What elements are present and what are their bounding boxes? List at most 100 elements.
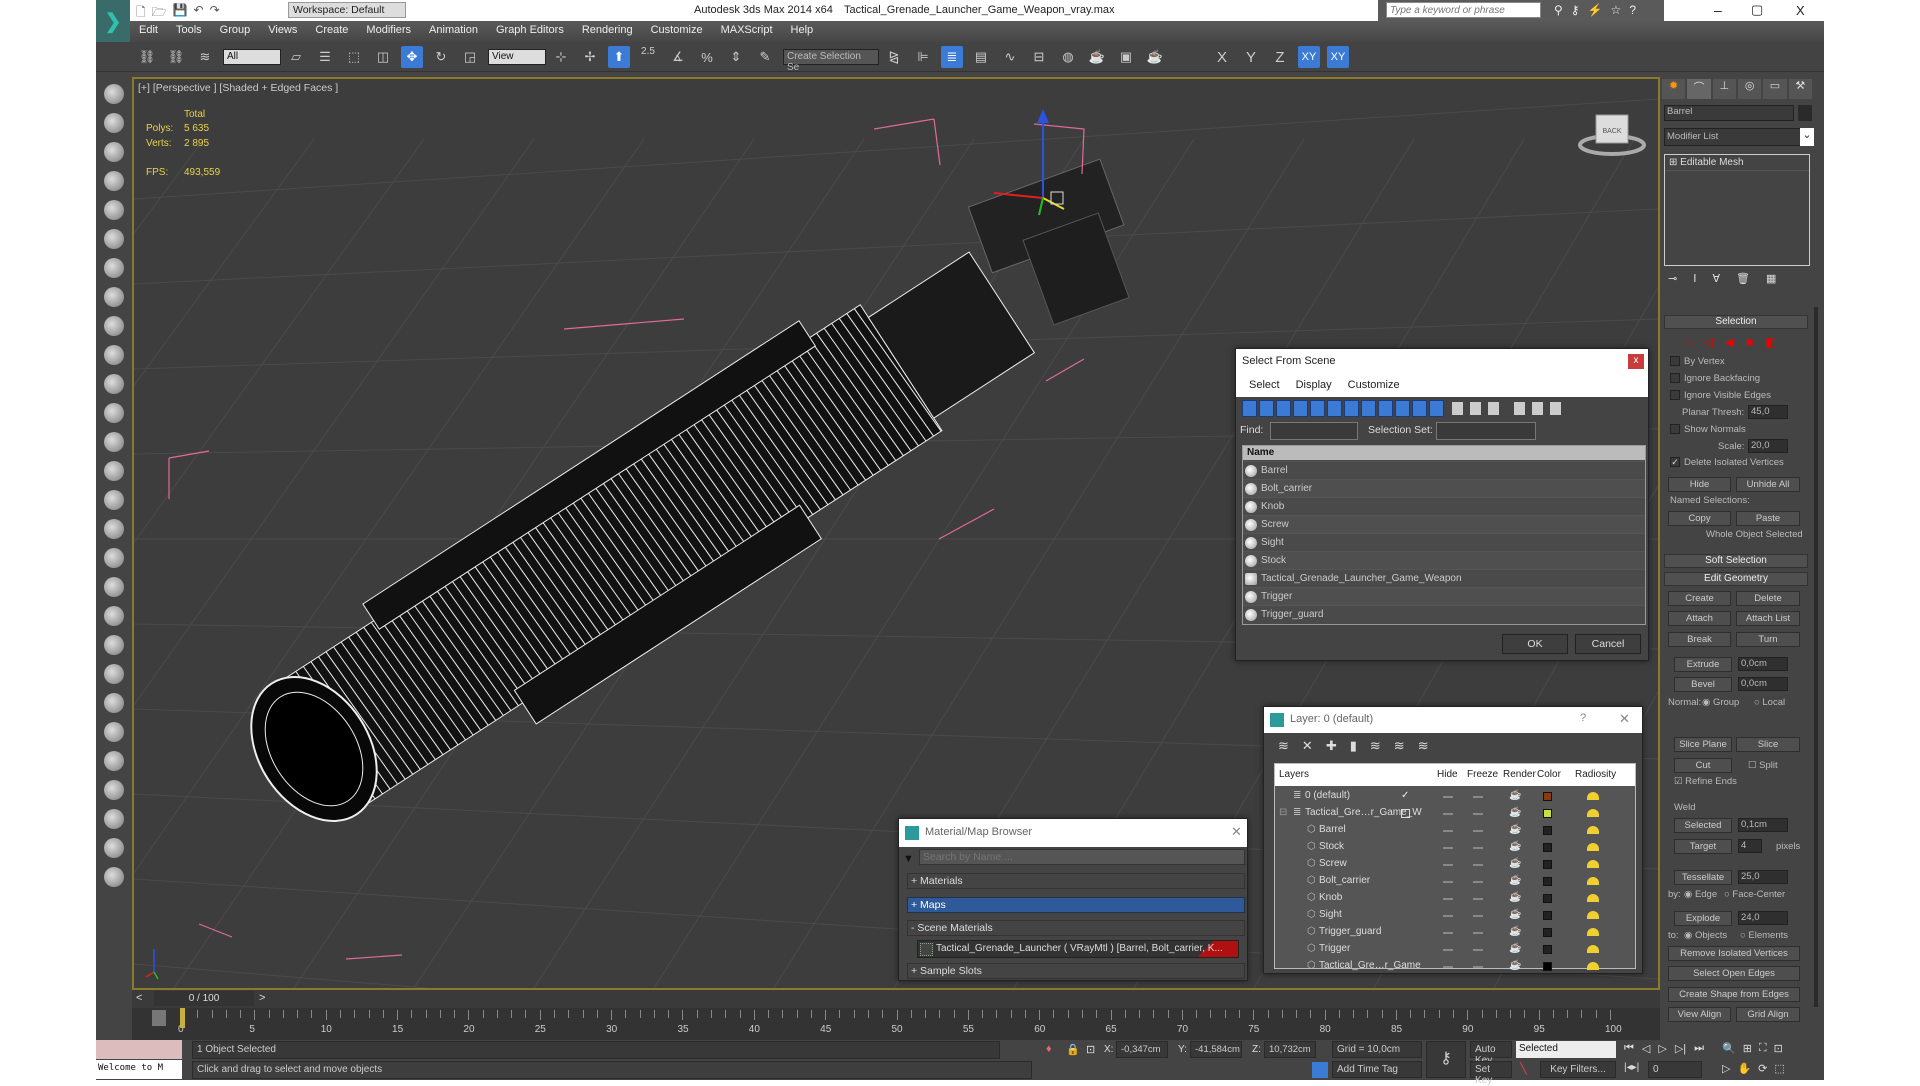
teapot-icon[interactable]	[104, 461, 124, 481]
make-unique-icon[interactable]: ∀	[1712, 272, 1720, 285]
scale-icon[interactable]: ◲	[459, 46, 481, 68]
render-teapot-icon[interactable]: ☕	[1509, 941, 1521, 957]
menu-customize[interactable]: Customize	[1348, 379, 1400, 393]
display-hidden-icon[interactable]	[1429, 400, 1444, 417]
group-sample-slots[interactable]: + Sample Slots	[907, 963, 1245, 979]
layer-manager-icon[interactable]: ≣	[941, 46, 963, 68]
selection-rollout[interactable]: Selection	[1664, 315, 1808, 329]
show-normals-checkbox[interactable]: Show Normals	[1670, 424, 1746, 435]
active-layer-toggle[interactable]	[1401, 809, 1410, 818]
extrude-button[interactable]: Extrude	[1674, 657, 1732, 672]
ok-button[interactable]: OK	[1502, 634, 1568, 654]
menu-display[interactable]: Display	[1296, 379, 1332, 393]
time-slider-thumb[interactable]: 0 / 100	[154, 991, 254, 1006]
radiosity-icon[interactable]	[1587, 826, 1599, 834]
radiosity-icon[interactable]	[1587, 792, 1599, 800]
hide-toggle[interactable]	[1443, 813, 1453, 815]
chevron-down-icon[interactable]: ⌄	[1800, 128, 1814, 146]
systems-icon[interactable]	[104, 258, 124, 278]
menu-group[interactable]: Group	[211, 21, 260, 39]
group-option[interactable]: ◉ Group	[1702, 697, 1739, 708]
isolate-selection-icon[interactable]: ♦	[1046, 1043, 1052, 1055]
show-end-result-icon[interactable]: Ⅰ	[1693, 272, 1696, 285]
radiosity-icon[interactable]	[1587, 962, 1599, 970]
hide-all-layers-icon[interactable]: ≋	[1394, 738, 1405, 754]
layer-row[interactable]: ⬡ Screw ☕	[1275, 856, 1635, 873]
attach-list-button[interactable]: Attach List	[1736, 611, 1800, 626]
next-key-icon[interactable]: ▷|	[1675, 1042, 1686, 1055]
element-icon[interactable]: ◧	[1765, 335, 1776, 349]
pivot-icon[interactable]: ⊹	[550, 46, 572, 68]
search-by-name-input[interactable]	[919, 849, 1245, 865]
current-frame-field[interactable]: 0	[1648, 1061, 1702, 1078]
key-icon[interactable]: ⚷	[1571, 3, 1580, 18]
select-open-edges-button[interactable]: Select Open Edges	[1668, 966, 1800, 981]
paste-button[interactable]: Paste	[1736, 511, 1800, 526]
unhide-all-button[interactable]: Unhide All	[1736, 477, 1800, 492]
compound-icon[interactable]	[104, 548, 124, 568]
rendered-frame-icon[interactable]: ▣	[1115, 46, 1137, 68]
radiosity-icon[interactable]	[1587, 843, 1599, 851]
delete-isolated-checkbox[interactable]: ✓ Delete Isolated Vertices	[1670, 457, 1784, 468]
track-bar[interactable]: 0 5 10 15 20 25 30 35 40 45 50 55 60 65 70 75 80 85 90 95 10…	[132, 1008, 1660, 1040]
ignore-backfacing-checkbox[interactable]: Ignore Backfacing	[1670, 373, 1760, 384]
split-option[interactable]: ☐ Split	[1748, 760, 1778, 771]
constrain-y-button[interactable]: Y	[1240, 46, 1262, 68]
menu-rendering[interactable]: Rendering	[573, 21, 642, 39]
foliage-icon[interactable]	[104, 635, 124, 655]
rect-region-icon[interactable]: ⬚	[343, 46, 365, 68]
close-button[interactable]: ✕	[1231, 824, 1242, 840]
particles-icon[interactable]	[104, 519, 124, 539]
attach-button[interactable]: Attach	[1668, 611, 1731, 626]
ref-coord-dropdown[interactable]: View	[488, 49, 546, 65]
y-coordinate-field[interactable]: -41,584cm	[1190, 1041, 1242, 1058]
selection-set-dropdown[interactable]	[1436, 422, 1536, 440]
object-name-field[interactable]: Barrel	[1664, 105, 1794, 121]
go-to-start-icon[interactable]: ⏮	[1624, 1042, 1634, 1055]
scene-list-item[interactable]: Stock	[1243, 551, 1645, 569]
constrain-xy-cycle-button[interactable]: XY	[1327, 46, 1349, 68]
freeze-toggle[interactable]	[1473, 864, 1483, 866]
copy-button[interactable]: Copy	[1668, 511, 1731, 526]
select-object-icon[interactable]: ▱	[285, 46, 307, 68]
app-logo[interactable]: ❯	[96, 0, 130, 42]
scene-list-item[interactable]: Sight	[1243, 533, 1645, 551]
layer-color-swatch[interactable]	[1543, 792, 1552, 801]
selected-value-spinner[interactable]: 0,1cm	[1738, 818, 1788, 832]
planar-thresh-spinner[interactable]: 45,0	[1748, 405, 1788, 419]
minimize-button[interactable]: –	[1714, 2, 1722, 18]
render-setup-icon[interactable]: ☕	[1086, 46, 1108, 68]
layer-color-swatch[interactable]	[1543, 894, 1552, 903]
go-to-end-icon[interactable]: ⏭	[1694, 1042, 1704, 1055]
render-teapot-icon[interactable]: ☕	[1509, 822, 1521, 838]
selected-button[interactable]: Selected	[1674, 818, 1732, 833]
patch-icon[interactable]	[104, 577, 124, 597]
slice-button[interactable]: Slice	[1736, 737, 1800, 752]
utilities-tab-icon[interactable]: ⚒	[1788, 79, 1812, 99]
display-frozen-icon[interactable]	[1412, 400, 1427, 417]
menu-modifiers[interactable]: Modifiers	[357, 21, 420, 39]
mirror-icon[interactable]: ⧎	[883, 46, 905, 68]
named-sel-dropdown[interactable]: Create Selection Se	[783, 49, 879, 73]
layer-row[interactable]: ⬡ Barrel ☕	[1275, 822, 1635, 839]
add-time-tag-button[interactable]: Add Time Tag	[1332, 1061, 1422, 1078]
prev-frame-button[interactable]: <	[136, 992, 142, 1004]
nurbs-icon[interactable]	[104, 606, 124, 626]
motion-tab-icon[interactable]: ◎	[1737, 79, 1762, 99]
display-containers-icon[interactable]	[1395, 400, 1410, 417]
layer-row[interactable]: ⬡ Tactical_Gre…r_Game ☕	[1275, 958, 1635, 975]
z-coordinate-field[interactable]: 10,732cm	[1264, 1041, 1316, 1058]
zoom-extents-icon[interactable]: ⛶	[1759, 1042, 1767, 1055]
options-menu-icon[interactable]: ▼	[903, 853, 914, 865]
layer-color-swatch[interactable]	[1543, 826, 1552, 835]
time-tag-icon[interactable]	[1312, 1062, 1328, 1078]
align-icon[interactable]: ⊫	[912, 46, 934, 68]
radiosity-icon[interactable]	[1587, 809, 1599, 817]
extrude-value-spinner[interactable]: 0,0cm	[1738, 657, 1788, 671]
display-spacewarps-icon[interactable]	[1327, 400, 1342, 417]
menu-edit[interactable]: Edit	[130, 21, 167, 39]
scene-list-item[interactable]: Bolt_carrier	[1243, 479, 1645, 497]
hide-toggle[interactable]	[1443, 949, 1453, 951]
angle-snap-icon[interactable]: ∡	[667, 46, 689, 68]
column-header-layers[interactable]: Layers	[1279, 769, 1309, 780]
